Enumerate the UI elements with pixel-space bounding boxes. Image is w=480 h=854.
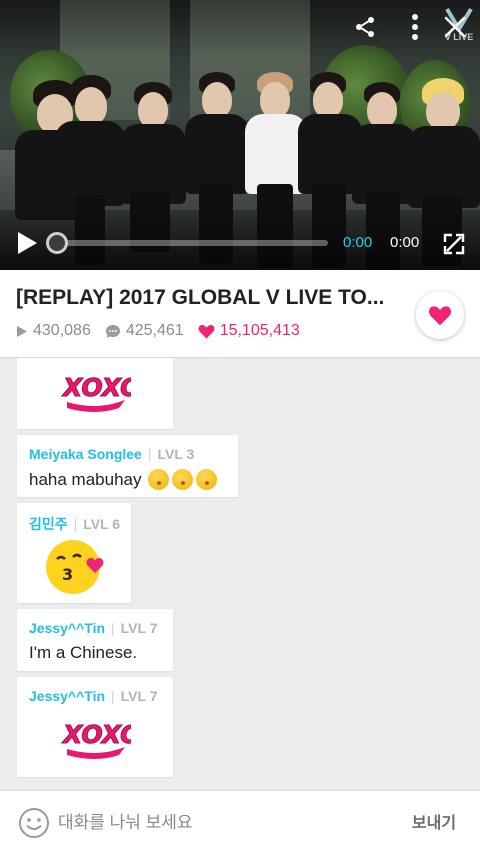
close-icon[interactable] [438,10,472,44]
chat-input-bar: 보내기 [0,790,480,854]
play-count-icon [17,325,27,337]
heart-icon [428,305,452,325]
message-text: haha mabuhay [29,469,218,490]
user-level: LVL 7 [120,620,158,636]
chat-message: Meiyaka Songlee | LVL 3 haha mabuhay [17,435,238,497]
like-count: 15,105,413 [198,322,300,340]
comment-count-value: 425,461 [125,322,184,339]
username[interactable]: Jessy^^Tin [29,620,105,636]
kissing-face-emoji-icon [196,469,218,490]
username[interactable]: 김민주 [29,516,68,532]
kiss-face-sticker: 3 [46,540,104,594]
kissing-face-emoji-icon [148,469,170,490]
username[interactable]: Meiyaka Songlee [29,446,142,462]
emoji-button[interactable] [18,807,50,839]
xoxo-sticker: XOXO [61,720,131,759]
play-icon[interactable] [12,228,42,258]
message-header: Meiyaka Songlee | LVL 3 [29,446,195,462]
kissing-face-emoji-icon [172,469,194,490]
svg-text:3: 3 [62,565,73,584]
user-level: LVL 3 [157,446,195,462]
svg-text:XOXO: XOXO [61,373,131,402]
chat-message: XOXO [17,358,173,429]
chat-message: Jessy^^Tin | LVL 7 I'm a Chinese. [17,609,173,671]
heart-small-icon [198,324,215,338]
message-header: Jessy^^Tin | LVL 7 [29,688,158,704]
send-button[interactable]: 보내기 [402,811,466,837]
more-vertical-icon[interactable] [400,12,430,42]
like-count-value: 15,105,413 [219,322,300,339]
share-icon[interactable] [350,12,380,42]
message-text: I'm a Chinese. [29,643,138,662]
xoxo-sticker: XOXO [61,373,131,412]
smiley-icon [19,808,49,838]
like-button[interactable] [416,291,464,339]
chat-list[interactable]: XOXO Meiyaka Songlee|LVL 3 haha mabuhay … [0,358,480,790]
progress-handle[interactable] [46,232,68,254]
svg-text:XOXO: XOXO [61,720,131,749]
chat-message: 김민주 | LVL 6 3 [17,503,131,603]
username[interactable]: Jessy^^Tin [29,688,105,704]
chat-input[interactable] [58,809,378,837]
fullscreen-icon[interactable] [440,230,468,258]
comment-icon [105,324,120,338]
video-player[interactable]: V LIVE 0:00 0:00 [0,0,480,270]
user-level: LVL 6 [83,516,121,532]
video-title[interactable]: [REPLAY] 2017 GLOBAL V LIVE TO... [16,286,408,310]
progress-bar[interactable] [56,240,328,246]
message-header: 김민주 | LVL 6 [29,516,121,532]
view-count: 430,086 [16,322,91,340]
duration: 0:00 [390,234,420,251]
video-info: [REPLAY] 2017 GLOBAL V LIVE TO... 430,08… [0,270,480,358]
current-time: 0:00 [343,234,373,251]
user-level: LVL 7 [120,688,158,704]
video-stats: 430,086 425,461 15,105,413 [16,322,314,340]
chat-message: Jessy^^Tin|LVL 7 XOXO [17,677,173,777]
comment-count: 425,461 [105,322,184,340]
view-count-value: 430,086 [33,322,91,339]
message-header: Jessy^^Tin | LVL 7 [29,620,158,636]
